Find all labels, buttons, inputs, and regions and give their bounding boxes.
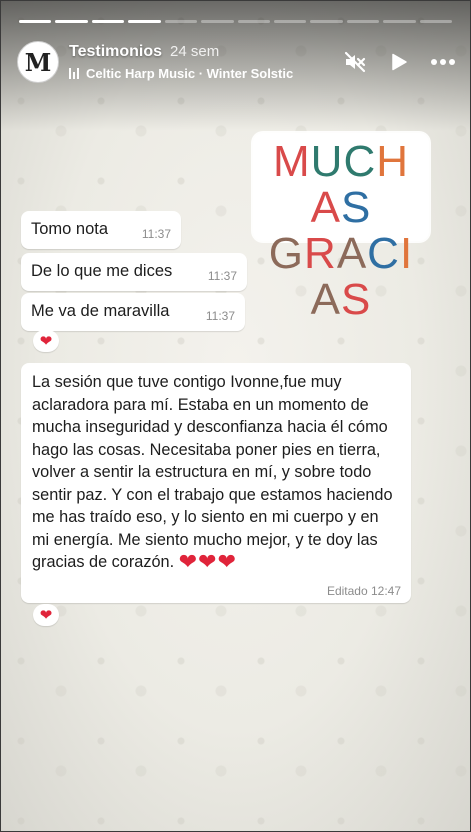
message-text: La sesión que tuve contigo Ivonne,fue mu… [32,373,393,574]
sticker-letter: I [399,229,414,278]
progress-segment [419,20,453,23]
sticker-letter: H [376,137,409,186]
message-time: 11:37 [141,227,171,241]
chat-message: Tomo nota 11:37 [21,211,181,249]
sticker-letter: S [341,275,372,324]
sticker-line-2: GRACIAS [261,231,421,323]
chat-message-long: La sesión que tuve contigo Ivonne,fue mu… [21,363,411,603]
play-icon [392,53,407,71]
progress-segment [91,20,125,23]
sticker-letter: U [310,137,344,186]
progress-segment [164,20,198,23]
progress-segment [273,20,307,23]
story-header: M Testimonios 24 sem Celtic Harp Music ·… [17,39,456,85]
story-progress-bar [19,20,453,23]
chat-message: De lo que me dices 11:37 [21,253,247,291]
progress-segment [237,20,270,23]
sticker-letter: A [310,183,341,232]
story-controls [342,49,456,75]
posted-time: 24 sem [170,43,220,60]
sticker-letter: R [304,229,337,278]
progress-segment [310,20,343,23]
story-viewer: M Testimonios 24 sem Celtic Harp Music ·… [0,0,471,832]
sticker-letter: G [268,229,305,278]
progress-segment [128,20,161,23]
avatar[interactable]: M [17,41,59,83]
message-time: Editado 12:47 [326,584,401,598]
more-options-button[interactable] [430,49,456,75]
sticker-letter: S [341,183,372,232]
muchas-gracias-sticker: MUCHAS GRACIAS [253,133,429,323]
mute-button[interactable] [342,49,368,75]
more-icon [431,59,455,65]
message-time: 11:37 [205,309,235,323]
sticker-letter: C [343,137,377,186]
music-label: Celtic Harp Music · Winter Solstic [86,66,294,81]
music-bars-icon [69,68,79,79]
avatar-letter: M [24,47,52,77]
message-text: Tomo nota [31,220,109,238]
heart-reaction: ❤ [33,604,59,626]
account-name[interactable]: Testimonios [69,43,162,61]
long-message-text: La sesión que tuve contigo Ivonne,fue mu… [32,373,393,571]
hearts-emoji: ❤❤❤ [178,549,237,574]
message-time: 11:37 [207,269,237,283]
music-attribution[interactable]: Celtic Harp Music · Winter Solstic [69,66,311,81]
message-text: Me va de maravilla [31,302,170,320]
progress-segment [19,20,52,23]
chat-message: Me va de maravilla 11:37 [21,293,245,331]
sticker-letter: M [273,137,311,186]
progress-segment [55,20,88,23]
progress-segment [201,20,234,23]
sticker-letter: A [310,275,341,324]
message-text: De lo que me dices [31,262,173,280]
progress-segment [383,20,416,23]
story-meta: Testimonios 24 sem Celtic Harp Music · W… [69,43,334,81]
heart-reaction: ❤ [33,330,59,352]
sticker-letter: C [367,229,400,278]
speaker-muted-icon [344,51,366,73]
progress-segment [346,20,380,23]
play-button[interactable] [386,49,412,75]
sticker-letter: A [336,229,368,278]
sticker-line-1: MUCHAS [261,139,421,231]
